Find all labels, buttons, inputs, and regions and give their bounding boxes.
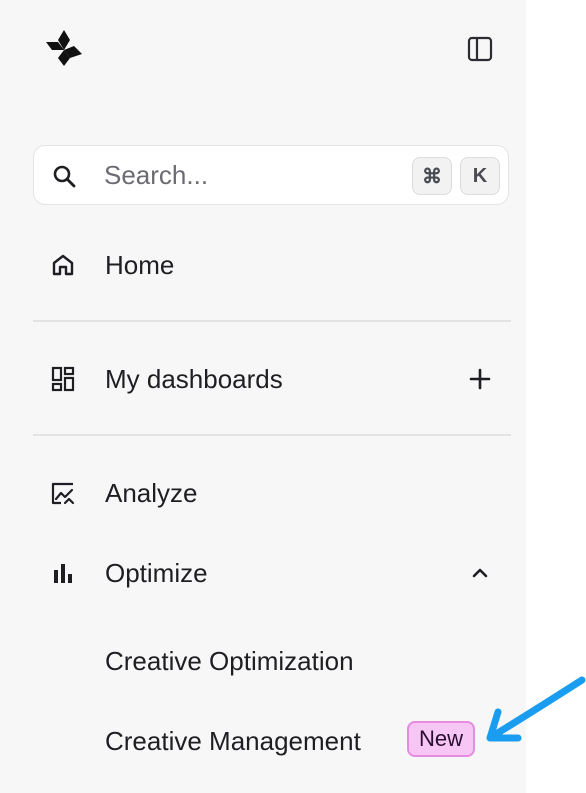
home-icon: [52, 254, 74, 276]
nav-label-analyze: Analyze: [105, 477, 198, 508]
search-box[interactable]: ⌘ K: [33, 145, 509, 205]
nav-item-home[interactable]: Home: [33, 240, 509, 290]
subnav-item-creative-optimization[interactable]: Creative Optimization: [33, 638, 509, 684]
divider: [33, 320, 511, 322]
search-input[interactable]: [104, 156, 404, 194]
nav-item-my-dashboards[interactable]: My dashboards: [33, 354, 509, 404]
analyze-chart-icon: [51, 482, 75, 505]
plus-icon[interactable]: [467, 366, 493, 392]
subnav-label: Creative Management: [105, 726, 361, 756]
nav-item-analyze[interactable]: Analyze: [33, 468, 509, 518]
annotation-arrow-icon: [486, 676, 586, 742]
divider: [33, 434, 511, 436]
dashboard-grid-icon: [51, 366, 75, 392]
chevron-up-icon[interactable]: [467, 560, 493, 586]
app-logo-icon: [46, 30, 82, 66]
new-badge: New: [407, 721, 476, 757]
nav-label-my-dashboards: My dashboards: [105, 363, 283, 394]
subnav-item-creative-management[interactable]: Creative Management New: [33, 718, 509, 764]
sidebar: ⌘ K Home My dashboards Analyze: [0, 0, 526, 793]
nav-item-optimize[interactable]: Optimize: [33, 548, 509, 598]
nav-label-optimize: Optimize: [105, 557, 208, 588]
search-icon: [53, 165, 76, 188]
shortcut-mod-key: ⌘: [412, 157, 452, 195]
shortcut-k-key: K: [460, 157, 500, 195]
subnav-label: Creative Optimization: [105, 646, 354, 676]
sidebar-toggle-icon[interactable]: [465, 34, 495, 64]
nav-label-home: Home: [105, 249, 175, 280]
bar-chart-icon: [54, 564, 72, 583]
